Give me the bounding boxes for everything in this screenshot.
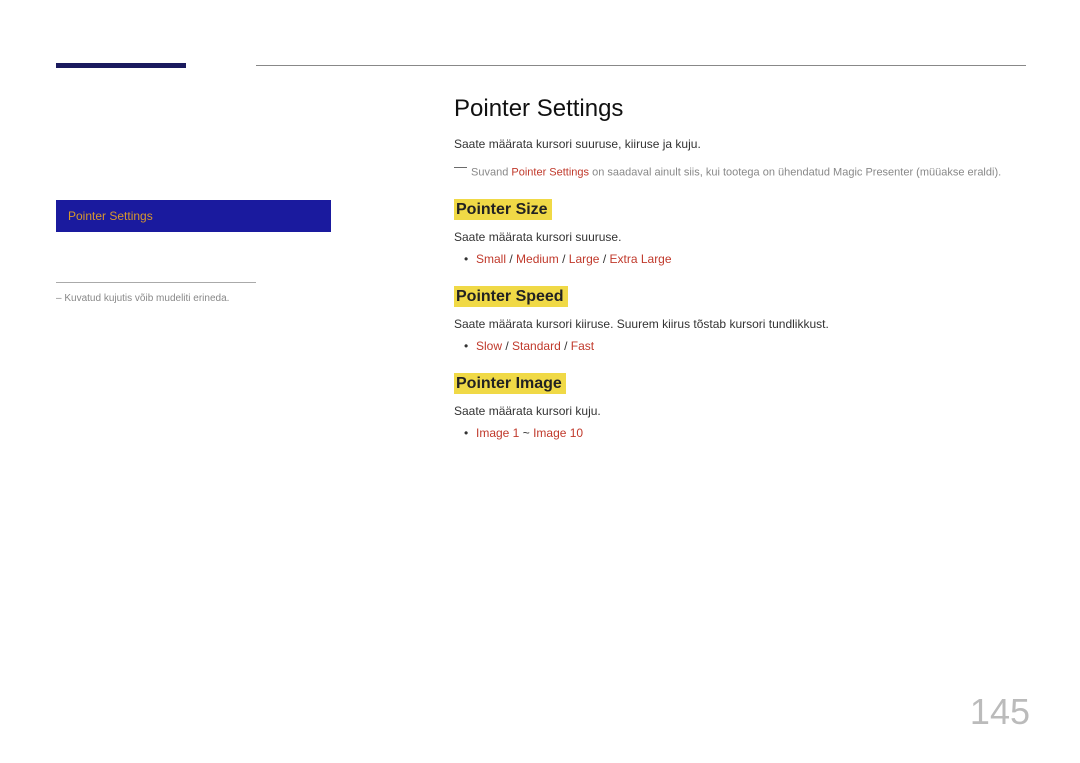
option-medium: Medium [516,252,559,266]
header-accent-bar [56,63,186,68]
option-extra-large: Extra Large [610,252,672,266]
page-title: Pointer Settings [454,95,1024,123]
header-rule [256,65,1026,66]
sidebar-note: – Kuvatud kujutis võib mudeliti erineda. [56,293,331,304]
note-prefix: Suvand [471,167,511,179]
sidebar: Pointer Settings – Kuvatud kujutis võib … [56,200,331,304]
section-heading-speed: Pointer Speed [454,286,568,307]
options-image: Image 1 ~ Image 10 [476,426,1024,440]
page-intro: Saate määrata kursori suuruse, kiiruse j… [454,137,1024,151]
section-intro-size: Saate määrata kursori suuruse. [454,230,1024,244]
section-intro-image: Saate määrata kursori kuju. [454,404,1024,418]
availability-note: ―Suvand Pointer Settings on saadaval ain… [454,159,1024,179]
option-image-from: Image 1 [476,426,519,440]
section-heading-image: Pointer Image [454,373,566,394]
options-speed: Slow / Standard / Fast [476,339,1024,353]
main-content: Pointer Settings Saate määrata kursori s… [454,95,1024,460]
sidebar-divider [56,282,256,283]
option-large: Large [569,252,600,266]
section-heading-size: Pointer Size [454,199,552,220]
option-image-to: Image 10 [533,426,583,440]
option-small: Small [476,252,506,266]
section-intro-speed: Saate määrata kursori kiiruse. Suurem ki… [454,317,1024,331]
option-standard: Standard [512,339,561,353]
options-size: Small / Medium / Large / Extra Large [476,252,1024,266]
note-suffix: on saadaval ainult siis, kui tootega on … [589,167,1001,179]
option-slow: Slow [476,339,502,353]
note-keyword: Pointer Settings [511,167,589,179]
page-number: 145 [970,691,1030,733]
sidebar-menu-item: Pointer Settings [56,200,331,232]
option-fast: Fast [571,339,594,353]
